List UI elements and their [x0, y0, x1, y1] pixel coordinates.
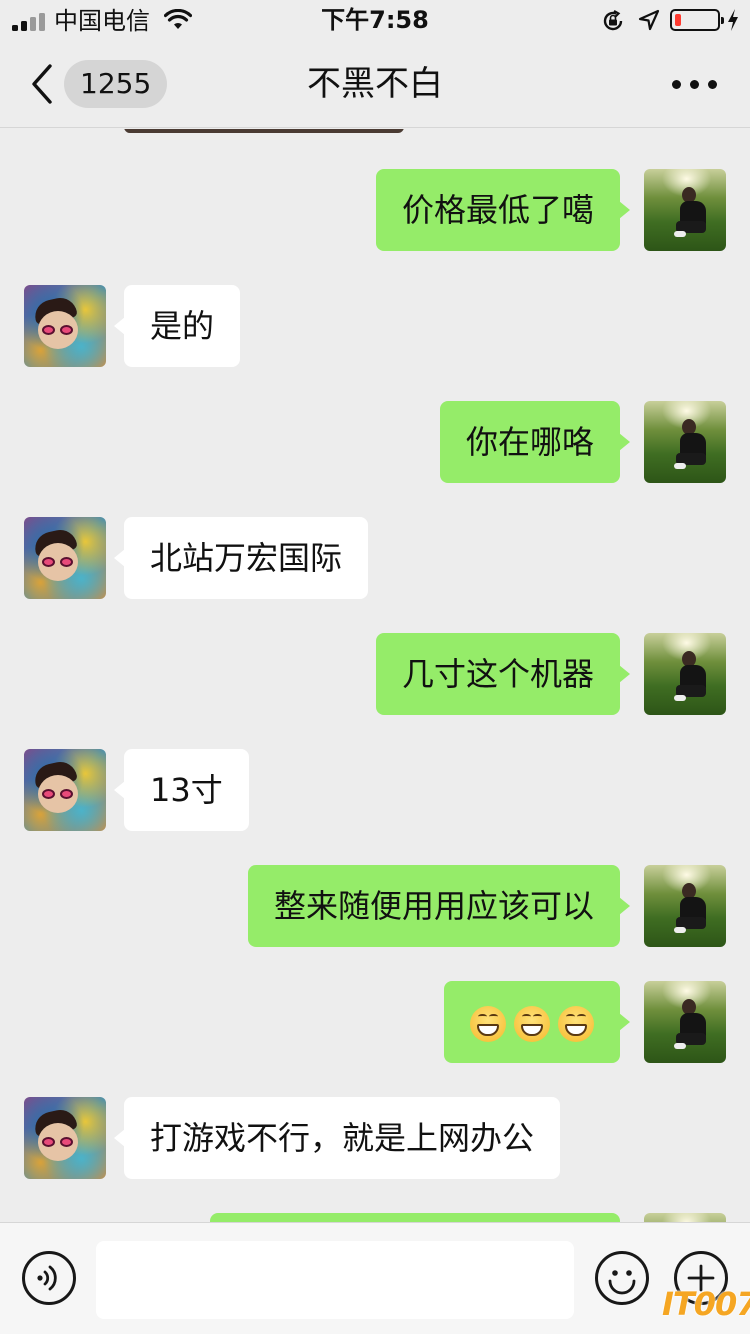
message-bubble-sent[interactable]	[210, 1213, 620, 1222]
message-bubble-received[interactable]: 13寸	[114, 749, 249, 831]
voice-input-icon[interactable]	[22, 1251, 76, 1305]
grinning-face-icon	[470, 1006, 506, 1042]
grinning-face-icon	[514, 1006, 550, 1042]
message-bubble-sent[interactable]	[444, 981, 630, 1063]
battery-icon	[670, 9, 724, 31]
message-list[interactable]: 价格最低了噶 是的 你在哪咯 北站万宏国际 几寸这个机器 13寸 整来随便用用应…	[0, 129, 750, 1222]
my-avatar[interactable]	[644, 981, 726, 1063]
message-bubble-sent[interactable]: 整来随便用用应该可以	[247, 865, 631, 947]
message-bubble-received[interactable]: 打游戏不行，就是上网办公	[113, 1097, 561, 1179]
emoji-picker-icon[interactable]	[595, 1251, 649, 1305]
my-avatar[interactable]	[644, 633, 726, 715]
more-options-icon[interactable]	[668, 68, 722, 100]
my-avatar[interactable]	[644, 401, 726, 483]
message-bubble-sent[interactable]: 几寸这个机器	[375, 633, 631, 715]
contact-avatar[interactable]	[24, 517, 106, 599]
chat-title: 不黑不白	[307, 64, 443, 104]
my-avatar[interactable]	[644, 865, 726, 947]
message-bubble-received[interactable]: 北站万宏国际	[113, 517, 369, 599]
contact-avatar[interactable]	[24, 1097, 106, 1179]
message-bubble-sent[interactable]: 价格最低了噶	[375, 169, 631, 251]
contact-avatar[interactable]	[24, 285, 106, 367]
charging-bolt-icon	[728, 9, 738, 31]
previous-image-message[interactable]	[124, 129, 404, 133]
watermark-logo: IT007	[662, 1285, 750, 1323]
chat-header: 1255 不黑不白	[0, 40, 750, 128]
message-text-input[interactable]	[96, 1241, 574, 1319]
location-arrow-icon	[638, 9, 660, 31]
grinning-face-icon	[558, 1006, 594, 1042]
message-bubble-sent[interactable]: 你在哪咯	[439, 401, 631, 483]
rotation-lock-icon	[603, 10, 623, 31]
contact-avatar[interactable]	[24, 749, 106, 831]
battery-level-fill	[675, 14, 681, 26]
my-avatar[interactable]	[644, 169, 726, 251]
message-input-bar	[0, 1222, 750, 1334]
status-bar: 中国电信 下午7:58	[0, 0, 750, 40]
message-bubble-received[interactable]: 是的	[113, 285, 241, 367]
emoji-group	[470, 1006, 594, 1042]
my-avatar[interactable]	[644, 1213, 726, 1222]
